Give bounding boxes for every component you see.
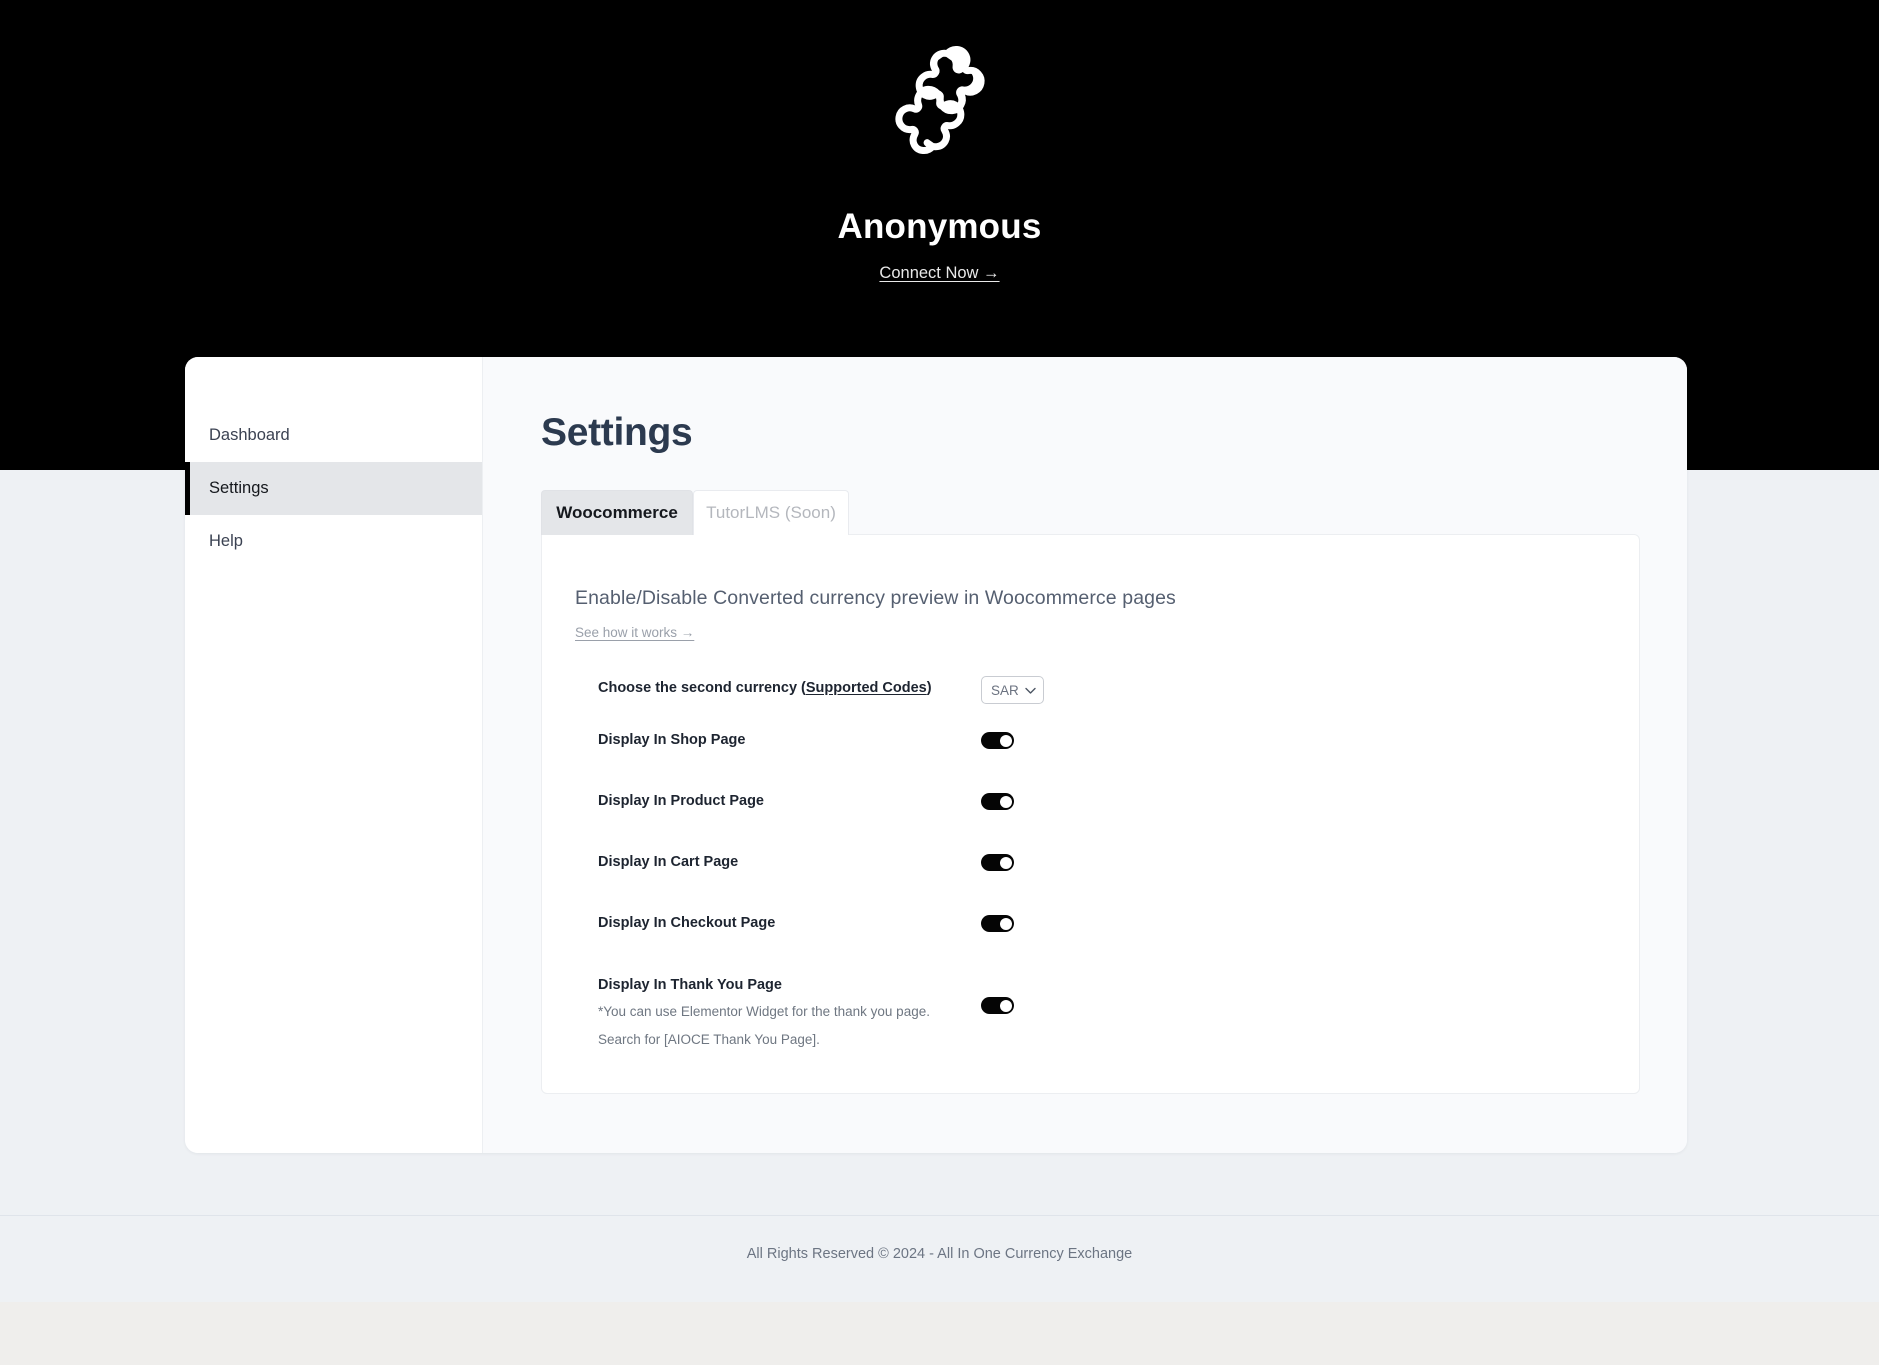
sidebar-item-label: Help: [209, 532, 243, 550]
setting-row-product-page: Display In Product Page: [575, 788, 1639, 840]
puzzle-piece-icon: [0, 38, 1879, 162]
tab-label: TutorLMS (Soon): [706, 503, 836, 522]
setting-row-thank-you-page: Display In Thank You Page *You can use E…: [575, 972, 1639, 1051]
setting-row-shop-page: Display In Shop Page: [575, 727, 1639, 779]
sidebar-item-label: Settings: [209, 479, 269, 497]
setting-label: Display In Shop Page: [598, 732, 746, 748]
setting-label-suffix: ): [926, 680, 932, 696]
toggle-display-in-checkout-page[interactable]: [981, 915, 1014, 932]
tab-woocommerce[interactable]: Woocommerce: [541, 490, 693, 535]
sidebar-item-settings[interactable]: Settings: [185, 462, 482, 515]
footer-band: [0, 1302, 1879, 1365]
setting-label: Display In Thank You Page: [598, 977, 782, 993]
toggle-display-in-thank-you-page[interactable]: [981, 997, 1014, 1014]
tab-label: Woocommerce: [556, 503, 678, 522]
sidebar-item-label: Dashboard: [209, 426, 290, 444]
setting-label: Display In Checkout Page: [598, 915, 776, 931]
settings-panel: Enable/Disable Converted currency previe…: [541, 534, 1640, 1094]
page-account-title: Anonymous: [837, 207, 1042, 246]
settings-rows: Choose the second currency (Supported Co…: [575, 675, 1639, 1051]
setting-row-second-currency: Choose the second currency (Supported Co…: [575, 675, 1639, 727]
setting-label: Choose the second currency (Supported Co…: [598, 678, 981, 699]
content-area: Settings Woocommerce TutorLMS (Soon) Ena…: [483, 357, 1687, 1153]
second-currency-value: SAR: [991, 682, 1019, 698]
toggle-display-in-product-page[interactable]: [981, 793, 1014, 810]
setting-row-cart-page: Display In Cart Page: [575, 849, 1639, 901]
footer-divider: [0, 1215, 1879, 1216]
app-card: Dashboard Settings Help Settings Woocomm…: [185, 357, 1687, 1153]
tab-tutorlms[interactable]: TutorLMS (Soon): [693, 490, 849, 535]
connect-now-link[interactable]: Connect Now →: [879, 264, 999, 283]
see-how-it-works-link[interactable]: See how it works →: [575, 625, 694, 640]
sidebar: Dashboard Settings Help: [185, 357, 483, 1153]
page-title: Settings: [541, 411, 693, 454]
setting-note-line-1: *You can use Elementor Widget for the th…: [598, 1004, 930, 1020]
sidebar-item-help[interactable]: Help: [185, 515, 482, 568]
tab-bar: Woocommerce TutorLMS (Soon): [541, 490, 1640, 535]
sidebar-item-dashboard[interactable]: Dashboard: [185, 409, 482, 462]
second-currency-select[interactable]: SAR: [981, 676, 1044, 704]
toggle-display-in-shop-page[interactable]: [981, 732, 1014, 749]
chevron-down-icon: [1025, 683, 1036, 698]
setting-label: Display In Cart Page: [598, 854, 739, 870]
setting-note-line-2: Search for [AIOCE Thank You Page].: [598, 1031, 820, 1047]
setting-label: Display In Product Page: [598, 793, 764, 809]
footer-text: All Rights Reserved © 2024 - All In One …: [746, 1246, 1133, 1262]
toggle-display-in-cart-page[interactable]: [981, 854, 1014, 871]
panel-heading: Enable/Disable Converted currency previe…: [575, 587, 1176, 609]
setting-label-prefix: Choose the second currency (: [598, 680, 806, 696]
setting-row-checkout-page: Display In Checkout Page: [575, 910, 1639, 962]
supported-codes-link[interactable]: Supported Codes: [806, 680, 927, 696]
